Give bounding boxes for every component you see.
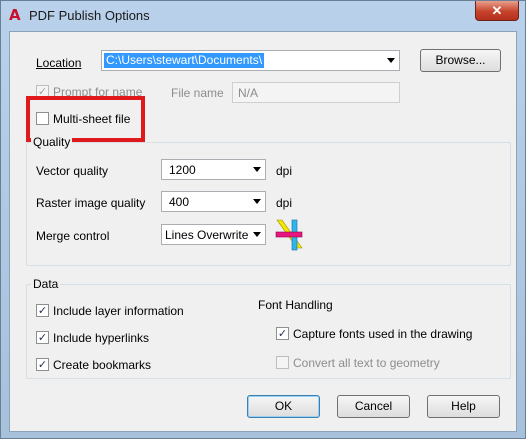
include-hyperlinks-checkbox[interactable]: ✓ [36, 331, 49, 344]
include-hyperlinks-label[interactable]: Include hyperlinks [53, 331, 149, 345]
file-name-field: N/A [232, 82, 400, 103]
include-layer-checkbox[interactable]: ✓ [36, 304, 49, 317]
merge-control-select[interactable]: Lines Overwrite [161, 224, 266, 245]
cancel-button[interactable]: Cancel [337, 395, 410, 418]
quality-group-title: Quality [31, 135, 73, 149]
chevron-down-icon[interactable] [387, 58, 395, 63]
create-bookmarks-checkbox[interactable]: ✓ [36, 358, 49, 371]
merge-control-value: Lines Overwrite [165, 228, 249, 242]
location-combobox[interactable]: C:\Users\stewart\Documents\ [101, 50, 400, 71]
raster-quality-select[interactable]: 400 [161, 191, 266, 212]
title-bar[interactable]: A PDF Publish Options ✕ [1, 1, 525, 29]
include-layer-label[interactable]: Include layer information [53, 304, 184, 318]
convert-text-checkbox [276, 356, 289, 369]
vector-quality-unit: dpi [276, 164, 293, 178]
merge-lines-overwrite-icon [275, 219, 303, 251]
help-button[interactable]: Help [427, 395, 500, 418]
location-label: Location [36, 56, 82, 70]
chevron-down-icon[interactable] [253, 232, 261, 237]
vector-quality-label: Vector quality [36, 164, 109, 178]
window-title: PDF Publish Options [29, 8, 150, 23]
dialog-body: Location C:\Users\stewart\Documents\ Bro… [9, 31, 517, 432]
chevron-down-icon[interactable] [253, 199, 261, 204]
merge-control-label: Merge control [36, 229, 110, 243]
raster-quality-label: Raster image quality [36, 196, 146, 210]
capture-fonts-checkbox[interactable]: ✓ [276, 327, 289, 340]
close-button[interactable]: ✕ [475, 1, 519, 21]
chevron-down-icon[interactable] [253, 167, 261, 172]
data-group-title: Data [31, 277, 61, 291]
ok-button[interactable]: OK [247, 395, 320, 418]
raster-quality-unit: dpi [276, 196, 293, 210]
capture-fonts-label[interactable]: Capture fonts used in the drawing [293, 327, 472, 341]
file-name-value: N/A [238, 86, 259, 100]
file-name-label: File name [171, 86, 224, 100]
autocad-app-icon: A [9, 6, 21, 24]
font-handling-title: Font Handling [258, 298, 333, 312]
raster-quality-value: 400 [169, 195, 190, 209]
vector-quality-select[interactable]: 1200 [161, 159, 266, 180]
convert-text-label: Convert all text to geometry [293, 356, 440, 370]
vector-quality-value: 1200 [169, 163, 196, 177]
browse-button[interactable]: Browse... [420, 49, 501, 72]
pdf-publish-options-dialog: A PDF Publish Options ✕ Location C:\User… [0, 0, 526, 439]
location-value: C:\Users\stewart\Documents\ [104, 53, 265, 68]
create-bookmarks-label[interactable]: Create bookmarks [53, 358, 151, 372]
